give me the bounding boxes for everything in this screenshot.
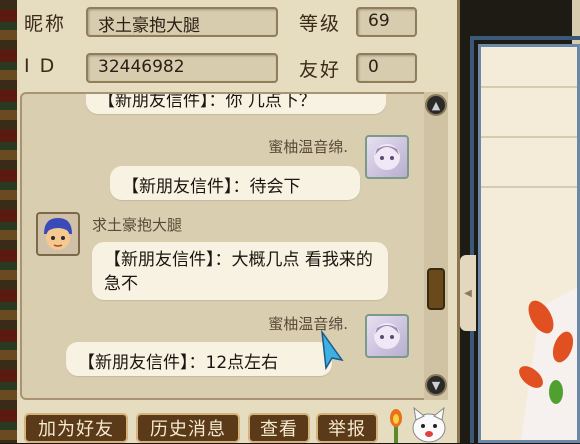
history-button[interactable]: 历史消息 (136, 413, 240, 443)
scroll-up-button[interactable]: ▲ (425, 94, 447, 116)
scroll-thumb[interactable] (427, 268, 445, 310)
message-text: 【新朋友信件】：待会下 (122, 177, 301, 197)
sender-name: 蜜柚温音绵. (268, 138, 348, 156)
character-portrait-icon (481, 86, 577, 440)
friendship-field: 0 (356, 53, 417, 83)
chat-bubble: 【新朋友信件】：你 几点下？ (86, 92, 386, 114)
report-button[interactable]: 举报 (316, 413, 378, 443)
add-friend-button[interactable]: 加为好友 (24, 413, 128, 443)
message-text: 【新朋友信件】：你 几点下？ (98, 92, 316, 111)
id-label: I D (24, 55, 57, 77)
avatar-girl-icon (374, 144, 400, 170)
character-display (478, 44, 580, 443)
message-text: 【新朋友信件】：大概几点 看我来的急不 (104, 250, 373, 294)
avatar-girl-icon (374, 323, 400, 349)
chevron-left-icon: ◀ (464, 287, 472, 299)
avatar[interactable] (365, 314, 409, 358)
triangle-down-icon: ▼ (431, 378, 441, 392)
scroll-down-button[interactable]: ▼ (425, 374, 447, 396)
expand-panel-tab[interactable]: ◀ (460, 255, 476, 331)
chat-scrollbar[interactable] (424, 92, 448, 400)
friendship-label: 友好 (299, 59, 342, 81)
mascot-icon[interactable] (410, 406, 448, 443)
avatar[interactable] (365, 135, 409, 179)
avatar[interactable] (36, 212, 80, 256)
level-label: 等级 (299, 13, 342, 35)
chat-bubble: 【新朋友信件】：大概几点 看我来的急不 (92, 242, 388, 300)
chat-bubble: 【新朋友信件】：待会下 (110, 166, 360, 200)
nickname-label: 昵称 (24, 13, 67, 35)
view-button[interactable]: 查看 (248, 413, 310, 443)
message-text: 【新朋友信件】：12点左右 (78, 353, 279, 373)
triangle-up-icon: ▲ (431, 98, 441, 112)
avatar-boy-icon (44, 218, 72, 250)
nickname-field: 求土豪抱大腿 (86, 7, 278, 37)
chat-bubble: 【新朋友信件】：12点左右 (66, 342, 332, 376)
mouse-cursor-icon (321, 330, 344, 370)
id-field: 32446982 (86, 53, 278, 83)
left-decor-strip (0, 0, 17, 443)
torch-icon[interactable] (388, 408, 404, 443)
sender-name: 求土豪抱大腿 (92, 216, 183, 234)
chat-history[interactable]: 【新朋友信件】：你 几点下？ 蜜柚温音绵. 【新朋友信件】：待会下 求土豪抱大腿… (20, 92, 438, 400)
level-field: 69 (356, 7, 417, 37)
